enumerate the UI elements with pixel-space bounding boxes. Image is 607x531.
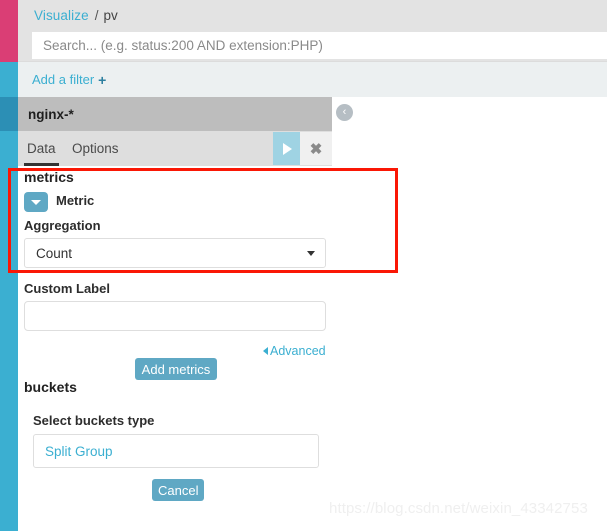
advanced-toggle[interactable]: Advanced (263, 344, 326, 358)
buckets-section-title: buckets (24, 379, 77, 395)
aggregation-value: Count (36, 245, 73, 261)
aggregation-label: Aggregation (24, 218, 101, 233)
sidebar-rail-body (0, 131, 18, 531)
chevron-down-icon (307, 250, 315, 256)
tab-options-label: Options (72, 141, 119, 156)
discard-changes-button[interactable]: ✖ (300, 132, 332, 165)
index-pattern-title: nginx-* (28, 106, 74, 122)
bucket-type-list: Split Group (33, 434, 319, 468)
aggregation-select[interactable]: Count (24, 238, 326, 268)
custom-label-input[interactable] (24, 301, 326, 331)
select-buckets-type-label: Select buckets type (33, 413, 155, 428)
bucket-option-split-group[interactable]: Split Group (45, 444, 113, 459)
sidebar-rail-filter (0, 62, 18, 97)
sidebar-rail-top (0, 0, 18, 62)
advanced-label: Advanced (270, 344, 326, 358)
add-metrics-button[interactable]: Add metrics (135, 358, 217, 380)
custom-label-label: Custom Label (24, 281, 110, 296)
index-pattern-header: nginx-* (18, 97, 332, 131)
editor-tab-strip: Data Options ✖ (18, 131, 332, 166)
chevron-down-icon (31, 200, 41, 205)
metric-row-label: Metric (56, 193, 95, 208)
tab-data-label: Data (27, 141, 56, 156)
play-icon (283, 142, 292, 155)
breadcrumb-visualize[interactable]: Visualize (18, 8, 89, 23)
breadcrumb-separator: / (94, 7, 99, 23)
metric-collapse-button[interactable] (24, 192, 48, 212)
watermark: https://blog.csdn.net/weixin_43342753 (329, 500, 588, 517)
sidebar-rail-active (0, 97, 18, 131)
tab-options[interactable]: Options (72, 131, 119, 166)
aggregation-editor: metrics Metric Aggregation Count Custom … (18, 166, 332, 531)
apply-changes-button[interactable] (273, 132, 300, 165)
kibana-visualize-page: Visualize / pv Add a filter+ nginx-* ‹ D… (0, 0, 607, 531)
tab-data[interactable]: Data (24, 131, 59, 166)
filter-bar: Add a filter + (18, 61, 607, 97)
add-filter-button[interactable]: Add a filter + (18, 72, 106, 88)
collapse-sidebar-icon[interactable]: ‹ (336, 104, 353, 121)
search-input[interactable] (32, 32, 607, 59)
breadcrumb-current: pv (103, 7, 118, 23)
search-bar-row (18, 30, 607, 61)
metrics-section-title: metrics (24, 169, 74, 185)
cancel-button[interactable]: Cancel (152, 479, 204, 501)
add-filter-label: Add a filter (32, 71, 95, 87)
chevron-left-icon (263, 347, 268, 355)
plus-icon: + (98, 71, 107, 88)
top-bar: Visualize / pv (18, 0, 607, 30)
